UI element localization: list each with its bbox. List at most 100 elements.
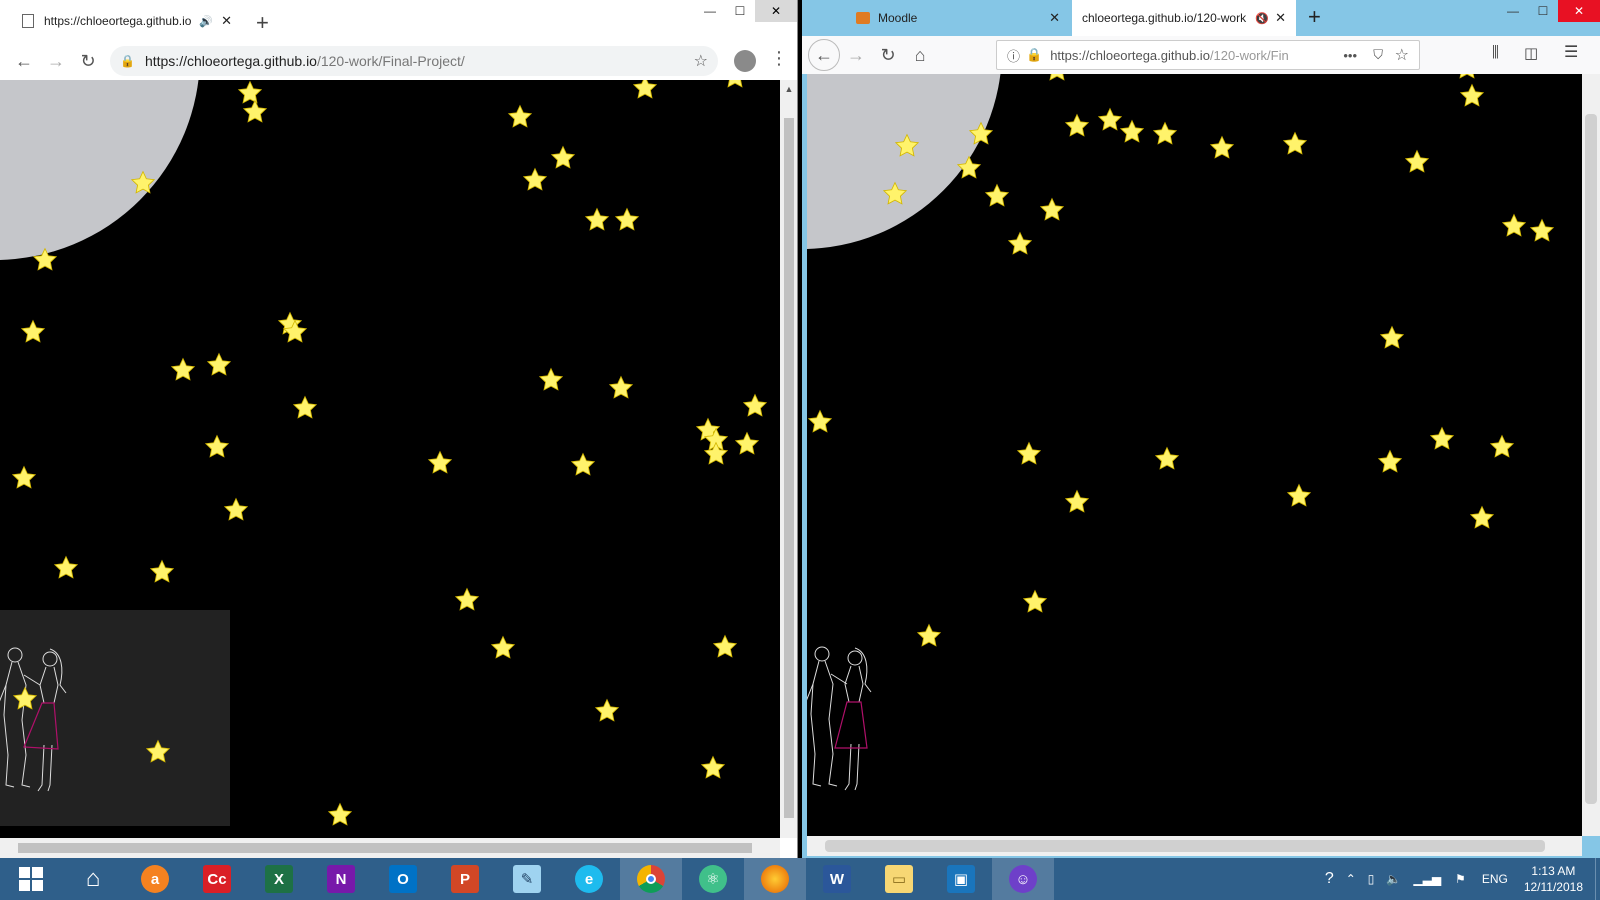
taskbar-powerpoint[interactable]: P [434, 858, 496, 900]
show-desktop[interactable] [1595, 858, 1600, 900]
maximize-button[interactable]: ☐ [725, 0, 755, 22]
star [570, 452, 596, 478]
star [608, 375, 634, 401]
taskbar-outlook[interactable]: O [372, 858, 434, 900]
back-button[interactable]: ← [808, 39, 840, 71]
active-tab-title: chloeortega.github.io/120-work [1082, 11, 1247, 25]
flag-icon[interactable]: ⚑ [1455, 872, 1466, 886]
chrome-tab[interactable]: https://chloeortega.github.io 🔊 ✕ [12, 6, 242, 36]
chrome-horizontal-scrollbar[interactable] [0, 838, 780, 858]
profile-avatar[interactable] [734, 50, 756, 72]
firefox-tab-active[interactable]: chloeortega.github.io/120-work 🔇 ✕ [1072, 0, 1296, 36]
taskbar-word[interactable]: W [806, 858, 868, 900]
muted-audio-icon[interactable]: 🔇 [1255, 12, 1269, 25]
chrome-address-bar[interactable]: 🔒 https://chloeortega.github.io/120-work… [110, 46, 718, 76]
scroll-up-arrow[interactable]: ▲ [780, 84, 797, 94]
taskbar-avast[interactable]: a [124, 858, 186, 900]
network-icon[interactable]: ▁▃▅ [1413, 872, 1441, 886]
star [1377, 449, 1403, 475]
star [11, 465, 37, 491]
star [722, 80, 748, 90]
chrome-window-controls: — ☐ ✕ [695, 0, 797, 22]
vertical-scroll-thumb[interactable] [1585, 114, 1597, 804]
minimize-button[interactable]: — [1498, 0, 1528, 22]
new-tab-button[interactable]: + [1308, 4, 1321, 30]
firefox-page-canvas[interactable] [807, 74, 1582, 836]
audio-icon[interactable]: 🔊 [199, 15, 213, 28]
horizontal-scroll-thumb[interactable] [18, 843, 752, 853]
avast-icon: a [141, 865, 169, 893]
taskbar-chrome[interactable] [620, 858, 682, 900]
taskbar-virtualbox[interactable]: ▣ [930, 858, 992, 900]
chrome-tab-title: https://chloeortega.github.io [44, 14, 192, 28]
moodle-icon [856, 12, 870, 24]
firefox-horizontal-scrollbar[interactable] [807, 836, 1582, 856]
minimize-button[interactable]: — [695, 0, 725, 22]
star [1459, 83, 1485, 109]
maximize-button[interactable]: ☐ [1528, 0, 1558, 22]
star [742, 393, 768, 419]
star [522, 167, 548, 193]
home-icon[interactable]: ⌂ [904, 39, 936, 71]
pocket-icon[interactable]: ⛉ [1373, 47, 1383, 63]
close-button[interactable]: ✕ [755, 0, 797, 22]
tab-close-icon[interactable]: ✕ [1275, 10, 1286, 26]
battery-icon[interactable]: ▯ [1368, 872, 1375, 886]
menu-kebab-icon[interactable]: ⋮ [770, 48, 788, 69]
vertical-scroll-thumb[interactable] [784, 118, 794, 818]
taskbar-excel[interactable]: X [248, 858, 310, 900]
reload-button[interactable]: ↻ [72, 45, 104, 77]
chrome-vertical-scrollbar[interactable]: ▲ [780, 80, 797, 838]
info-icon[interactable]: ⓘ [1007, 46, 1020, 65]
lock-icon: 🔒 [120, 54, 135, 68]
taskbar-file-explorer[interactable]: ▭ [868, 858, 930, 900]
firefox-tab-moodle[interactable]: Moodle ✕ [846, 0, 1070, 36]
star [614, 207, 640, 233]
taskbar-home[interactable]: ⌂ [62, 858, 124, 900]
taskbar-notepad[interactable]: ✎ [496, 858, 558, 900]
start-button[interactable] [0, 858, 62, 900]
forward-button[interactable]: → [840, 39, 872, 71]
outlook-icon: O [389, 865, 417, 893]
help-icon[interactable]: ? [1325, 870, 1334, 888]
notepad-icon: ✎ [513, 865, 541, 893]
new-tab-button[interactable]: + [256, 10, 269, 36]
sidebar-icon[interactable]: ◫ [1524, 44, 1538, 62]
language-indicator[interactable]: ENG [1482, 872, 1508, 886]
taskbar-atom[interactable]: ⚛ [682, 858, 744, 900]
taskbar-adobe-cc[interactable]: Cc [186, 858, 248, 900]
taskbar-onenote[interactable]: N [310, 858, 372, 900]
reload-button[interactable]: ↻ [872, 39, 904, 71]
back-button[interactable]: ← [8, 45, 40, 77]
firefox-tabbar: Moodle ✕ chloeortega.github.io/120-work … [802, 0, 1600, 36]
tab-close-icon[interactable]: ✕ [1049, 10, 1060, 26]
tab-close-icon[interactable]: ✕ [221, 13, 232, 29]
url-path: /120-work/Fin [1209, 47, 1289, 63]
firefox-toolbar: ← → ↻ ⌂ ⓘ 🔒 https://chloeortega.github.i… [802, 36, 1600, 74]
close-button[interactable]: ✕ [1558, 0, 1600, 22]
taskbar-github-desktop[interactable]: ☺ [992, 858, 1054, 900]
chrome-page-canvas[interactable] [0, 80, 780, 838]
firefox-vertical-scrollbar[interactable] [1582, 74, 1600, 836]
firefox-address-bar[interactable]: ⓘ 🔒 https://chloeortega.github.io/120-wo… [996, 40, 1420, 70]
taskbar-firefox[interactable] [744, 858, 806, 900]
forward-button[interactable]: → [40, 45, 72, 77]
star [427, 450, 453, 476]
volume-icon[interactable]: 🔈 [1386, 872, 1401, 886]
firefox-window-controls: — ☐ ✕ [1498, 0, 1600, 22]
bookmark-star-icon[interactable]: ☆ [694, 51, 708, 71]
star [1064, 113, 1090, 139]
clock[interactable]: 1:13 AM 12/11/2018 [1524, 863, 1583, 895]
library-icon[interactable]: ⫼ [1492, 44, 1499, 61]
horizontal-scroll-thumb[interactable] [825, 840, 1545, 852]
chrome-tabbar: https://chloeortega.github.io 🔊 ✕ + — ☐ … [0, 0, 797, 36]
page-actions-icon[interactable]: ••• [1343, 48, 1357, 63]
show-hidden-icons[interactable]: ⌃ [1346, 872, 1356, 886]
hamburger-menu-icon[interactable]: ☰ [1564, 42, 1578, 62]
bookmark-star-icon[interactable]: ☆ [1395, 45, 1409, 65]
star [1404, 149, 1430, 175]
star [1429, 426, 1455, 452]
star [712, 634, 738, 660]
chrome-icon [637, 865, 665, 893]
taskbar-internet-explorer[interactable]: e [558, 858, 620, 900]
